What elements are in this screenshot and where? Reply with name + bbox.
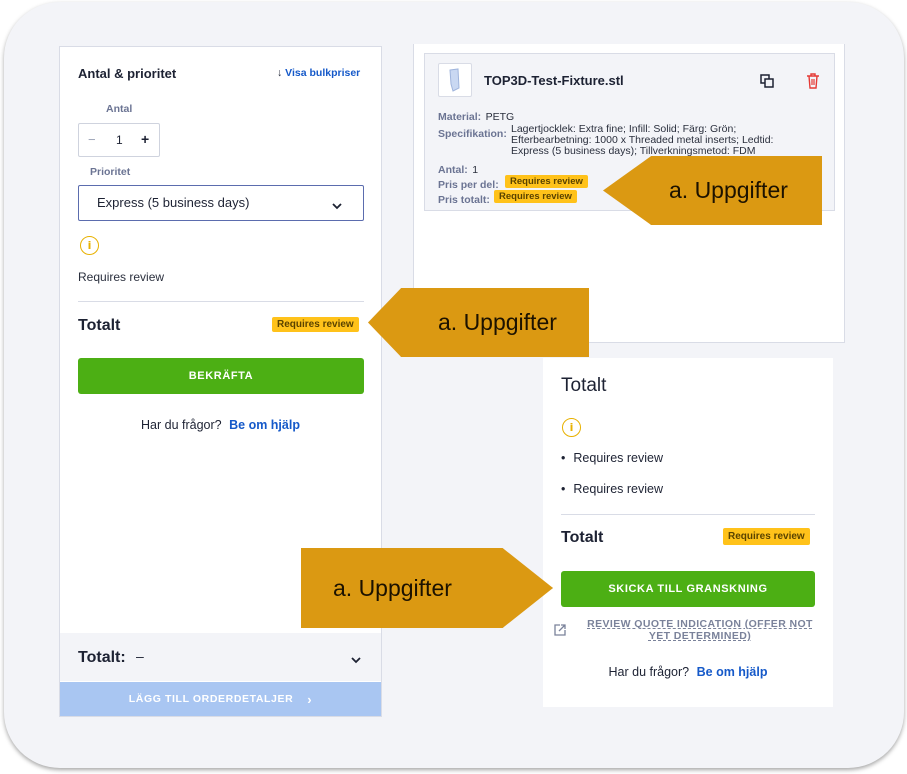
footer-total-value: – xyxy=(136,648,144,664)
copy-icon[interactable] xyxy=(759,73,775,94)
help-question: Har du frågor? xyxy=(141,418,222,432)
callout-text: a. Uppgifter xyxy=(438,309,557,335)
summary-bullet: • Requires review xyxy=(561,451,663,465)
review-notice: Requires review xyxy=(78,270,165,284)
total-price-row: Pris totalt: xyxy=(438,190,490,208)
info-icon: i xyxy=(80,236,99,255)
annotation-callout-middle: a. Uppgifter xyxy=(368,288,589,357)
summary-total-label: Totalt xyxy=(561,529,604,546)
priority-select[interactable]: Express (5 business days) xyxy=(78,185,364,221)
status-badge: Requires review xyxy=(723,528,810,545)
order-summary-panel: Totalt i • Requires review • Requires revi… xyxy=(543,358,833,707)
info-icon: i xyxy=(562,418,581,437)
chevron-right-icon: › xyxy=(307,691,313,707)
add-order-details-button[interactable]: LÄGG TILL ORDERDETALJER › xyxy=(60,682,381,716)
footer-total-label: Totalt: xyxy=(78,649,126,666)
material-value: PETG xyxy=(485,111,515,123)
status-badge: Requires review xyxy=(505,175,588,188)
quantity-stepper[interactable]: − 1 + xyxy=(78,123,160,157)
status-badge: Requires review xyxy=(272,317,359,332)
summary-title: Totalt xyxy=(561,375,607,396)
delete-icon[interactable] xyxy=(806,73,820,94)
help-link[interactable]: Be om hjälp xyxy=(229,418,300,432)
bullet-dot: • xyxy=(561,451,566,465)
review-quote-line: YET DETERMINED) xyxy=(648,630,752,642)
annotation-callout-bottom: a. Uppgifter xyxy=(301,548,553,628)
specification-value: Lagertjocklek: Extra fine; Infill: Solid… xyxy=(511,124,773,157)
arrow-down-icon: ↓ xyxy=(277,67,283,79)
total-label: Totalt xyxy=(78,317,121,334)
total-price-label: Pris totalt: xyxy=(438,194,490,206)
chevron-down-icon xyxy=(350,652,362,670)
specification-label: Specifikation: xyxy=(438,128,507,140)
total-footer[interactable]: Totalt: – xyxy=(60,633,381,681)
divider xyxy=(78,301,364,302)
callout-text: a. Uppgifter xyxy=(669,177,788,203)
file-name: TOP3D-Test-Fixture.stl xyxy=(484,73,624,88)
decrement-button[interactable]: − xyxy=(88,132,96,147)
material-label: Material: xyxy=(438,111,482,123)
section-title: Antal & prioritet xyxy=(78,66,177,81)
priority-value: Express (5 business days) xyxy=(97,195,250,210)
bullet-dot: • xyxy=(561,482,566,496)
review-quote-text: REVIEW QUOTE INDICATION (OFFER NOT YET D… xyxy=(577,618,823,642)
help-row: Har du frågor? Be om hjälp xyxy=(543,665,833,679)
bullet-text: Requires review xyxy=(573,451,664,465)
quantity-value[interactable]: 1 xyxy=(116,133,123,147)
chevron-down-icon xyxy=(331,198,343,216)
callout-text: a. Uppgifter xyxy=(333,574,452,601)
priority-label: Prioritet xyxy=(90,166,131,178)
submit-for-review-button[interactable]: SKICKA TILL GRANSKNING xyxy=(561,571,815,607)
summary-bullet: • Requires review xyxy=(561,482,663,496)
bullet-text: Requires review xyxy=(573,482,664,496)
spec-label-wrap: Specifikation: xyxy=(438,124,507,142)
status-badge: Requires review xyxy=(494,190,577,203)
model-preview-icon xyxy=(449,68,460,92)
review-quote-line: REVIEW QUOTE INDICATION (OFFER NOT xyxy=(587,618,813,630)
help-question: Har du frågor? xyxy=(608,665,690,679)
material-row: Material: PETG xyxy=(438,107,514,125)
file-thumbnail xyxy=(438,63,472,97)
help-row: Har du frågor? Be om hjälp xyxy=(60,418,381,432)
confirm-button[interactable]: BEKRÄFTA xyxy=(78,358,364,394)
divider xyxy=(561,514,815,515)
increment-button[interactable]: + xyxy=(141,131,149,147)
bulk-prices-link[interactable]: ↓ Visa bulkpriser xyxy=(277,67,360,79)
spec-line: Express (5 business days); Tillverknings… xyxy=(511,145,756,157)
quantity-label: Antal xyxy=(106,103,133,115)
add-order-details-label: LÄGG TILL ORDERDETALJER xyxy=(128,693,294,705)
help-link[interactable]: Be om hjälp xyxy=(697,665,768,679)
external-link-icon xyxy=(553,623,567,642)
bulk-prices-label: Visa bulkpriser xyxy=(285,67,361,79)
